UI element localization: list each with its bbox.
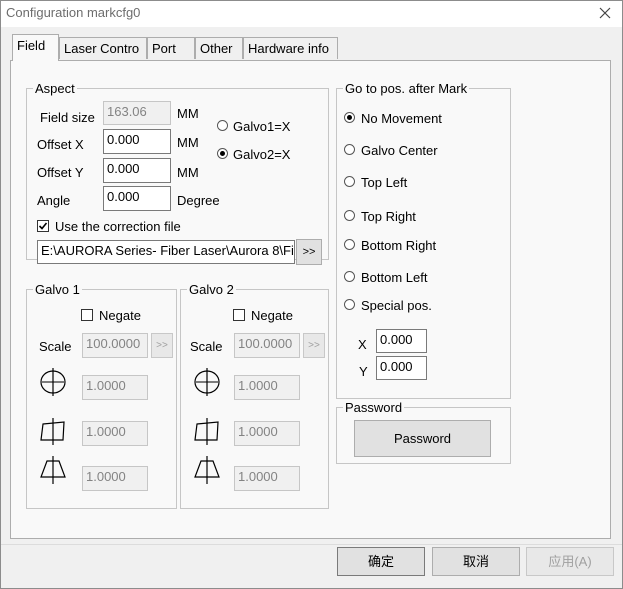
goto-no-movement-dot: [347, 115, 352, 120]
goto-top-left-label: Top Left: [361, 175, 408, 190]
galvo2-scale-button[interactable]: >>: [303, 333, 325, 358]
angle-unit: Degree: [177, 193, 220, 208]
offset-x-input[interactable]: 0.000: [103, 129, 171, 154]
galvo1-trapezoid-icon: [38, 455, 68, 488]
galvo2-negate-label: Negate: [251, 308, 293, 323]
offset-y-input[interactable]: 0.000: [103, 158, 171, 183]
footer-separator: [1, 544, 622, 545]
cancel-button[interactable]: 取消: [432, 547, 520, 576]
goto-bottom-right-label: Bottom Right: [361, 238, 437, 253]
tab-laser-control[interactable]: Laser Contro: [59, 37, 147, 59]
galvo2-scale-label: Scale: [190, 339, 223, 354]
tab-hardware-info[interactable]: Hardware info: [243, 37, 338, 59]
check-icon: [38, 222, 48, 230]
goto-no-movement-label: No Movement: [361, 111, 442, 126]
field-size-unit: MM: [177, 106, 199, 121]
goto-special-pos-radio[interactable]: [344, 299, 355, 310]
goto-top-left-radio[interactable]: [344, 176, 355, 187]
tab-port[interactable]: Port: [147, 37, 195, 59]
correction-checkbox[interactable]: [37, 220, 49, 232]
galvo1-circle-icon: [38, 366, 68, 401]
galvo1x-label: Galvo1=X: [233, 119, 291, 134]
goto-galvo-center-radio[interactable]: [344, 144, 355, 155]
galvo1-param1-input[interactable]: 1.0000: [82, 375, 148, 400]
aspect-group-label: Aspect: [33, 81, 77, 96]
tab-field[interactable]: Field: [12, 34, 59, 61]
goto-galvo-center-label: Galvo Center: [361, 143, 438, 158]
galvo2x-label: Galvo2=X: [233, 147, 291, 162]
galvo1x-radio[interactable]: [217, 120, 228, 131]
goto-x-label: X: [358, 337, 367, 352]
password-button[interactable]: Password: [354, 420, 491, 457]
galvo1-scale-button[interactable]: >>: [151, 333, 173, 358]
password-group-label: Password: [343, 400, 405, 415]
galvo1-group-label: Galvo 1: [33, 282, 82, 297]
field-size-label: Field size: [40, 110, 95, 125]
galvo2-param1-input[interactable]: 1.0000: [234, 375, 300, 400]
galvo1-negate-checkbox[interactable]: [81, 309, 93, 321]
tab-hardware-info-label: Hardware info: [248, 41, 329, 56]
field-size-input[interactable]: 163.06: [103, 101, 171, 125]
goto-top-right-radio[interactable]: [344, 210, 355, 221]
galvo2-scale-input[interactable]: 100.0000: [234, 333, 300, 358]
goto-top-right-label: Top Right: [361, 209, 416, 224]
ok-button[interactable]: 确定: [337, 547, 425, 576]
window-title: Configuration markcfg0: [6, 5, 141, 20]
galvo1-scale-label: Scale: [39, 339, 72, 354]
offset-y-unit: MM: [177, 165, 199, 180]
galvo2-group-label: Galvo 2: [187, 282, 236, 297]
galvo2-param3-input[interactable]: 1.0000: [234, 466, 300, 491]
offset-x-label: Offset X: [37, 137, 84, 152]
galvo2x-radio[interactable]: [217, 148, 228, 159]
tab-field-label: Field: [17, 38, 46, 53]
angle-input[interactable]: 0.000: [103, 186, 171, 211]
tab-other-label: Other: [200, 41, 233, 56]
galvo2-param2-input[interactable]: 1.0000: [234, 421, 300, 446]
galvo1-param2-input[interactable]: 1.0000: [82, 421, 148, 446]
goto-y-input[interactable]: 0.000: [376, 356, 427, 380]
offset-y-label: Offset Y: [37, 165, 84, 180]
correction-path-input[interactable]: E:\AURORA Series- Fiber Laser\Aurora 8\F…: [37, 240, 295, 264]
tab-other[interactable]: Other: [195, 37, 243, 59]
apply-button[interactable]: 应用(A): [526, 547, 614, 576]
galvo1-negate-label: Negate: [99, 308, 141, 323]
offset-x-unit: MM: [177, 135, 199, 150]
goto-bottom-right-radio[interactable]: [344, 239, 355, 250]
galvo2x-radio-dot: [220, 151, 225, 156]
goto-bottom-left-radio[interactable]: [344, 271, 355, 282]
goto-x-input[interactable]: 0.000: [376, 329, 427, 353]
goto-group-label: Go to pos. after Mark: [343, 81, 470, 96]
angle-label: Angle: [37, 193, 71, 208]
goto-bottom-left-label: Bottom Left: [361, 270, 428, 285]
galvo1-scale-input[interactable]: 100.0000: [82, 333, 148, 358]
tab-laser-control-label: Laser Contro: [64, 41, 140, 56]
goto-no-movement-radio[interactable]: [344, 112, 355, 123]
galvo1-parallelogram-icon: [38, 416, 68, 449]
close-icon[interactable]: [594, 3, 616, 23]
goto-special-pos-label: Special pos.: [361, 298, 432, 313]
galvo2-parallelogram-icon: [192, 416, 222, 449]
galvo2-negate-checkbox[interactable]: [233, 309, 245, 321]
galvo1-param3-input[interactable]: 1.0000: [82, 466, 148, 491]
correction-browse-button[interactable]: >>: [296, 239, 322, 265]
correction-label: Use the correction file: [55, 219, 181, 234]
galvo2-circle-icon: [192, 366, 222, 401]
galvo2-trapezoid-icon: [192, 455, 222, 488]
goto-y-label: Y: [359, 364, 368, 379]
tab-port-label: Port: [152, 41, 176, 56]
